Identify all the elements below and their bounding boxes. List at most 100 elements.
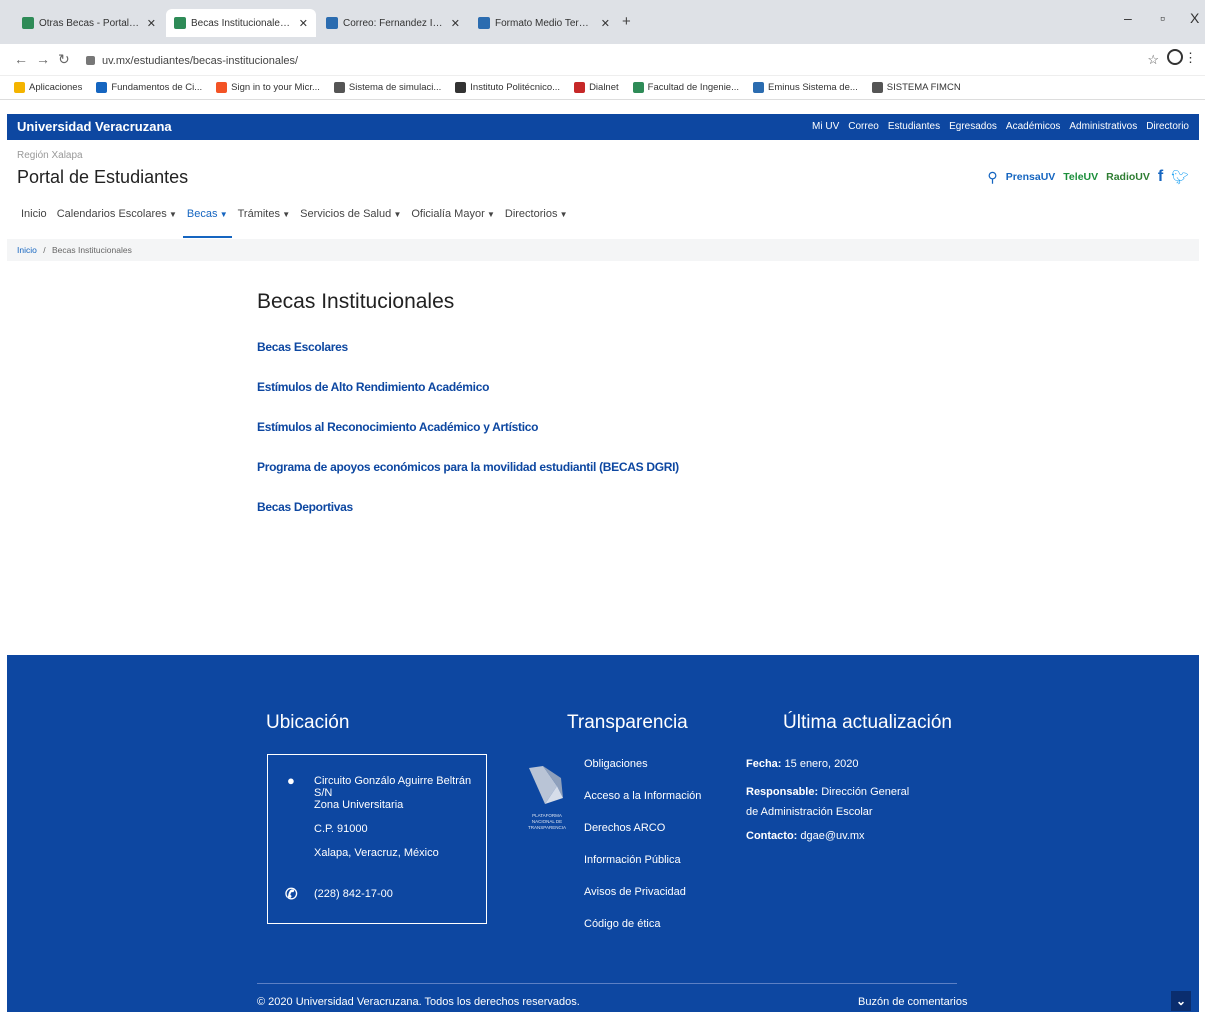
- forward-arrow-icon[interactable]: →: [36, 51, 50, 67]
- transparencia-link[interactable]: Derechos ARCO: [584, 822, 665, 834]
- top-link-administrativos[interactable]: Administrativos: [1069, 121, 1137, 132]
- top-link-egresados[interactable]: Egresados: [949, 121, 997, 132]
- close-tab-icon[interactable]: ✕: [299, 17, 308, 30]
- new-tab-button[interactable]: +: [622, 13, 631, 30]
- transparencia-link[interactable]: Información Pública: [584, 854, 681, 866]
- bookmark-label: Aplicaciones: [29, 82, 83, 93]
- tab-title: Correo: Fernandez Infanzon Ric: [343, 17, 445, 29]
- menu-kebab-icon[interactable]: ⋮: [1184, 50, 1197, 66]
- transparencia-link[interactable]: Avisos de Privacidad: [584, 886, 686, 898]
- lock-icon: [86, 56, 95, 65]
- nav-item-oficial-a-mayor[interactable]: Oficialía Mayor ▼: [411, 208, 495, 238]
- transparencia-link[interactable]: Código de ética: [584, 918, 660, 930]
- facebook-icon[interactable]: f: [1158, 168, 1163, 186]
- uv-favicon-icon: [174, 17, 186, 29]
- outlook-favicon-icon: [326, 17, 338, 29]
- address-line: Xalapa, Veracruz, México: [314, 847, 439, 859]
- browser-tab-strip: Otras Becas - Portal de Estudiant ✕ Beca…: [0, 0, 1205, 44]
- radio-uv-link[interactable]: RadioUV: [1106, 171, 1150, 183]
- top-link-directorio[interactable]: Directorio: [1146, 121, 1189, 132]
- browser-tab[interactable]: Formato Medio Termino.doc ✕: [470, 9, 618, 37]
- bookmark-item[interactable]: Facultad de Ingenie...: [632, 82, 740, 93]
- transparency-logo-icon: [529, 766, 563, 804]
- beca-link[interactable]: Becas Deportivas: [257, 500, 679, 540]
- caret-down-icon: ▼: [217, 210, 228, 219]
- url-field[interactable]: uv.mx/estudiantes/becas-institucionales/: [86, 50, 1126, 71]
- address-line: Circuito Gonzálo Aguirre Beltrán S/N: [314, 775, 472, 799]
- region-label: Región Xalapa: [17, 150, 83, 161]
- reload-icon[interactable]: ↻: [58, 51, 70, 68]
- bookmark-label: Eminus Sistema de...: [768, 82, 858, 93]
- nav-item-calendarios-escolares[interactable]: Calendarios Escolares ▼: [57, 208, 177, 238]
- close-tab-icon[interactable]: ✕: [147, 17, 156, 30]
- nav-item-tr-mites[interactable]: Trámites ▼: [238, 208, 291, 238]
- beca-link[interactable]: Estímulos de Alto Rendimiento Académico: [257, 380, 679, 420]
- close-window-button[interactable]: X: [1190, 10, 1199, 26]
- back-arrow-icon[interactable]: ←: [14, 51, 28, 67]
- scroll-top-chevron-icon[interactable]: ⌄: [1171, 991, 1191, 1011]
- bookmark-favicon-icon: [96, 82, 108, 93]
- nav-item-directorios[interactable]: Directorios ▼: [505, 208, 568, 238]
- word-favicon-icon: [478, 17, 490, 29]
- bookmark-label: Sistema de simulaci...: [348, 82, 442, 93]
- bookmark-item[interactable]: Sistema de simulaci...: [333, 82, 442, 93]
- url-text: uv.mx/estudiantes/becas-institucionales/: [102, 54, 299, 67]
- bookmark-favicon-icon: [14, 82, 25, 93]
- phone-number: (228) 842-17-00: [314, 888, 393, 900]
- profile-avatar-icon[interactable]: [1167, 49, 1183, 65]
- close-tab-icon[interactable]: ✕: [451, 17, 460, 30]
- caret-down-icon: ▼: [166, 210, 177, 219]
- tele-uv-link[interactable]: TeleUV: [1063, 171, 1098, 183]
- twitter-icon[interactable]: 🐦︎: [1171, 169, 1189, 186]
- buzon-comentarios-link[interactable]: Buzón de comentarios: [858, 996, 967, 1008]
- top-link-mi-uv[interactable]: Mi UV: [812, 121, 839, 132]
- location-box: ● Circuito Gonzálo Aguirre Beltrán S/N Z…: [267, 754, 487, 924]
- transparencia-link[interactable]: Acceso a la Información: [584, 790, 701, 802]
- nav-item-label: Inicio: [21, 208, 47, 220]
- address-bar-row: ← → ↻ uv.mx/estudiantes/becas-institucio…: [0, 44, 1205, 76]
- bookmark-item[interactable]: Sign in to your Micr...: [216, 82, 320, 93]
- caret-down-icon: ▼: [391, 210, 402, 219]
- browser-tab[interactable]: Correo: Fernandez Infanzon Ric ✕: [318, 9, 468, 37]
- media-links: ⚲ PrensaUV TeleUV RadioUV f 🐦︎: [987, 168, 1189, 186]
- beca-link[interactable]: Becas Escolares: [257, 340, 679, 380]
- prensa-uv-link[interactable]: PrensaUV: [1006, 171, 1056, 183]
- bookmark-star-icon[interactable]: ☆: [1147, 52, 1159, 68]
- bookmark-favicon-icon: [632, 82, 644, 93]
- maximize-button[interactable]: ▫: [1160, 10, 1165, 26]
- transparencia-link[interactable]: Obligaciones: [584, 758, 648, 770]
- bookmark-item[interactable]: SISTEMA FIMCN: [871, 82, 961, 93]
- nav-item-servicios-de-salud[interactable]: Servicios de Salud ▼: [300, 208, 401, 238]
- brand-logo-text[interactable]: Universidad Veracruzana: [17, 119, 172, 134]
- browser-tab-active[interactable]: Becas Institucionales - Portal de ✕: [166, 9, 316, 37]
- bookmark-item[interactable]: Aplicaciones: [14, 82, 82, 93]
- top-link-estudiantes[interactable]: Estudiantes: [888, 121, 940, 132]
- ubicacion-heading: Ubicación: [266, 712, 350, 733]
- bookmark-label: Facultad de Ingenie...: [647, 82, 740, 93]
- breadcrumb-current: Becas Institucionales: [51, 245, 132, 255]
- nav-item-inicio[interactable]: Inicio: [21, 208, 47, 238]
- bookmark-item[interactable]: Dialnet: [574, 82, 619, 93]
- bookmark-item[interactable]: Fundamentos de Ci...: [96, 82, 202, 93]
- top-link-academicos[interactable]: Académicos: [1006, 121, 1060, 132]
- beca-link[interactable]: Programa de apoyos económicos para la mo…: [257, 460, 679, 500]
- content-title: Becas Institucionales: [257, 290, 455, 313]
- bookmark-favicon-icon: [871, 82, 883, 93]
- transparency-platform-logo[interactable]: PLATAFORMA NACIONAL DE TRANSPARENCIA: [523, 764, 571, 836]
- browser-tab[interactable]: Otras Becas - Portal de Estudiant ✕: [14, 9, 164, 37]
- search-icon[interactable]: ⚲: [987, 169, 997, 186]
- breadcrumb-home-link[interactable]: Inicio: [17, 245, 37, 255]
- nav-item-label: Becas: [186, 208, 218, 220]
- main-nav: Inicio Calendarios Escolares ▼ Becas ▼ Trám…: [21, 208, 578, 238]
- copyright-text: © 2020 Universidad Veracruzana. Todos lo…: [257, 996, 580, 1008]
- page-title[interactable]: Portal de Estudiantes: [17, 167, 188, 188]
- bookmark-item[interactable]: Eminus Sistema de...: [753, 82, 858, 93]
- close-tab-icon[interactable]: ✕: [601, 17, 610, 30]
- bookmark-item[interactable]: Instituto Politécnico...: [455, 82, 560, 93]
- top-link-correo[interactable]: Correo: [848, 121, 879, 132]
- nav-item-becas[interactable]: Becas ▼: [182, 208, 232, 238]
- beca-link[interactable]: Estímulos al Reconocimiento Académico y …: [257, 420, 679, 460]
- minimize-button[interactable]: –: [1124, 10, 1132, 26]
- contact-email-link[interactable]: dgae@uv.mx: [800, 830, 864, 842]
- update-responsable: Responsable: Dirección General de Admini…: [746, 786, 910, 818]
